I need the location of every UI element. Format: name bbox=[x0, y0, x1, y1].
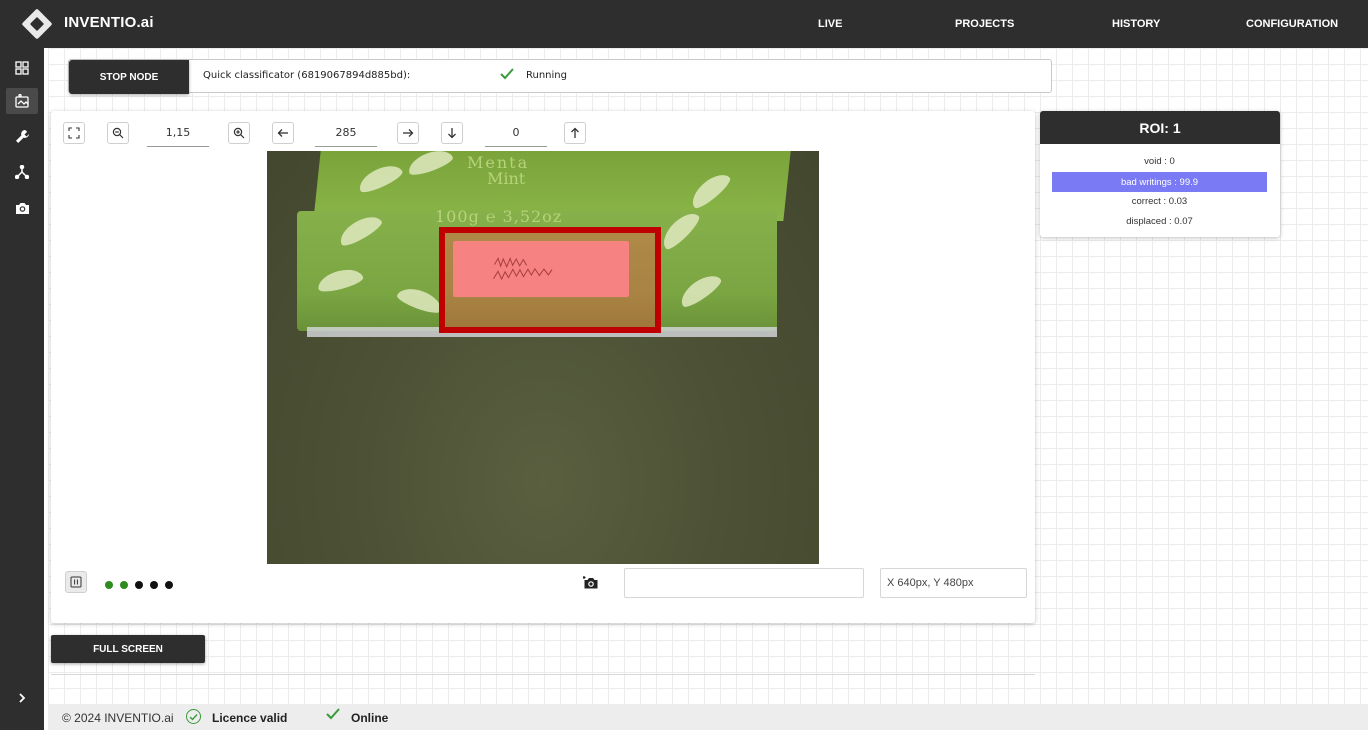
pan-left-button[interactable] bbox=[272, 122, 294, 144]
roi-results-panel: ROI: 1 void : 0 bad writings : 99.9 corr… bbox=[1040, 111, 1280, 237]
snapshot-camera-icon[interactable] bbox=[580, 571, 602, 593]
running-check-icon bbox=[499, 67, 515, 85]
camera-icon[interactable] bbox=[12, 198, 32, 218]
pause-button[interactable] bbox=[65, 571, 87, 593]
roi-bounding-box[interactable] bbox=[439, 227, 661, 333]
full-screen-button[interactable]: FULL SCREEN bbox=[51, 635, 205, 663]
licence-check-icon bbox=[186, 709, 201, 724]
gallery-icon[interactable] bbox=[6, 88, 38, 114]
footer: © 2024 INVENTIO.ai Licence valid Online bbox=[48, 704, 1368, 730]
nav-projects[interactable]: PROJECTS bbox=[955, 18, 1014, 30]
online-check-icon bbox=[325, 707, 341, 725]
roi-result-row: displaced : 0.07 bbox=[1126, 215, 1193, 227]
roi-title: ROI: 1 bbox=[1040, 111, 1280, 144]
box-weight-text: 100g ℮ 3,52oz bbox=[435, 207, 563, 226]
roi-result-row-highlighted: bad writings : 99.9 bbox=[1052, 172, 1267, 192]
image-viewer: Menta Mint 100g ℮ 3,52oz X 640px, Y 480p… bbox=[51, 111, 1035, 623]
frame-dot bbox=[120, 581, 128, 589]
divider bbox=[51, 674, 1035, 675]
frame-dot bbox=[105, 581, 113, 589]
pan-down-button[interactable] bbox=[441, 122, 463, 144]
node-name: Quick classificator (6819067894d885bd): bbox=[203, 70, 411, 81]
pan-up-button[interactable] bbox=[564, 122, 586, 144]
cursor-coordinates: X 640px, Y 480px bbox=[880, 568, 1027, 598]
node-status-bar: STOP NODE Quick classificator (681906789… bbox=[68, 59, 1052, 94]
box-brand-text-2: Mint bbox=[487, 169, 526, 188]
online-status: Online bbox=[351, 711, 389, 725]
app-logo-icon bbox=[21, 8, 53, 40]
frame-dot bbox=[150, 581, 158, 589]
chevron-right-icon[interactable] bbox=[12, 688, 32, 708]
wrench-icon[interactable] bbox=[12, 126, 32, 146]
top-bar: INVENTIO.ai LIVE PROJECTS HISTORY CONFIG… bbox=[0, 0, 1368, 48]
roi-result-row: void : 0 bbox=[1144, 155, 1175, 167]
y-offset-input[interactable] bbox=[485, 119, 547, 147]
zoom-input[interactable] bbox=[147, 119, 209, 147]
nav-history[interactable]: HISTORY bbox=[1112, 18, 1160, 30]
copyright-text: © 2024 INVENTIO.ai bbox=[62, 711, 174, 725]
pan-right-button[interactable] bbox=[397, 122, 419, 144]
roi-result-row: correct : 0.03 bbox=[1131, 195, 1188, 207]
fit-screen-button[interactable] bbox=[63, 122, 85, 144]
zoom-in-button[interactable] bbox=[228, 122, 250, 144]
snapshot-name-input[interactable] bbox=[624, 568, 864, 598]
zoom-out-button[interactable] bbox=[107, 122, 129, 144]
frame-dot bbox=[165, 581, 173, 589]
x-offset-input[interactable] bbox=[315, 119, 377, 147]
dashboard-icon[interactable] bbox=[12, 58, 32, 78]
stop-node-button[interactable]: STOP NODE bbox=[69, 60, 189, 94]
frame-dot bbox=[135, 581, 143, 589]
app-title: INVENTIO.ai bbox=[64, 14, 154, 31]
camera-image[interactable]: Menta Mint 100g ℮ 3,52oz bbox=[267, 151, 819, 564]
sidebar bbox=[0, 48, 44, 730]
network-icon[interactable] bbox=[12, 162, 32, 182]
nav-configuration[interactable]: CONFIGURATION bbox=[1246, 18, 1338, 30]
licence-status: Licence valid bbox=[212, 711, 288, 725]
nav-live[interactable]: LIVE bbox=[818, 18, 842, 30]
node-state: Running bbox=[526, 70, 567, 81]
